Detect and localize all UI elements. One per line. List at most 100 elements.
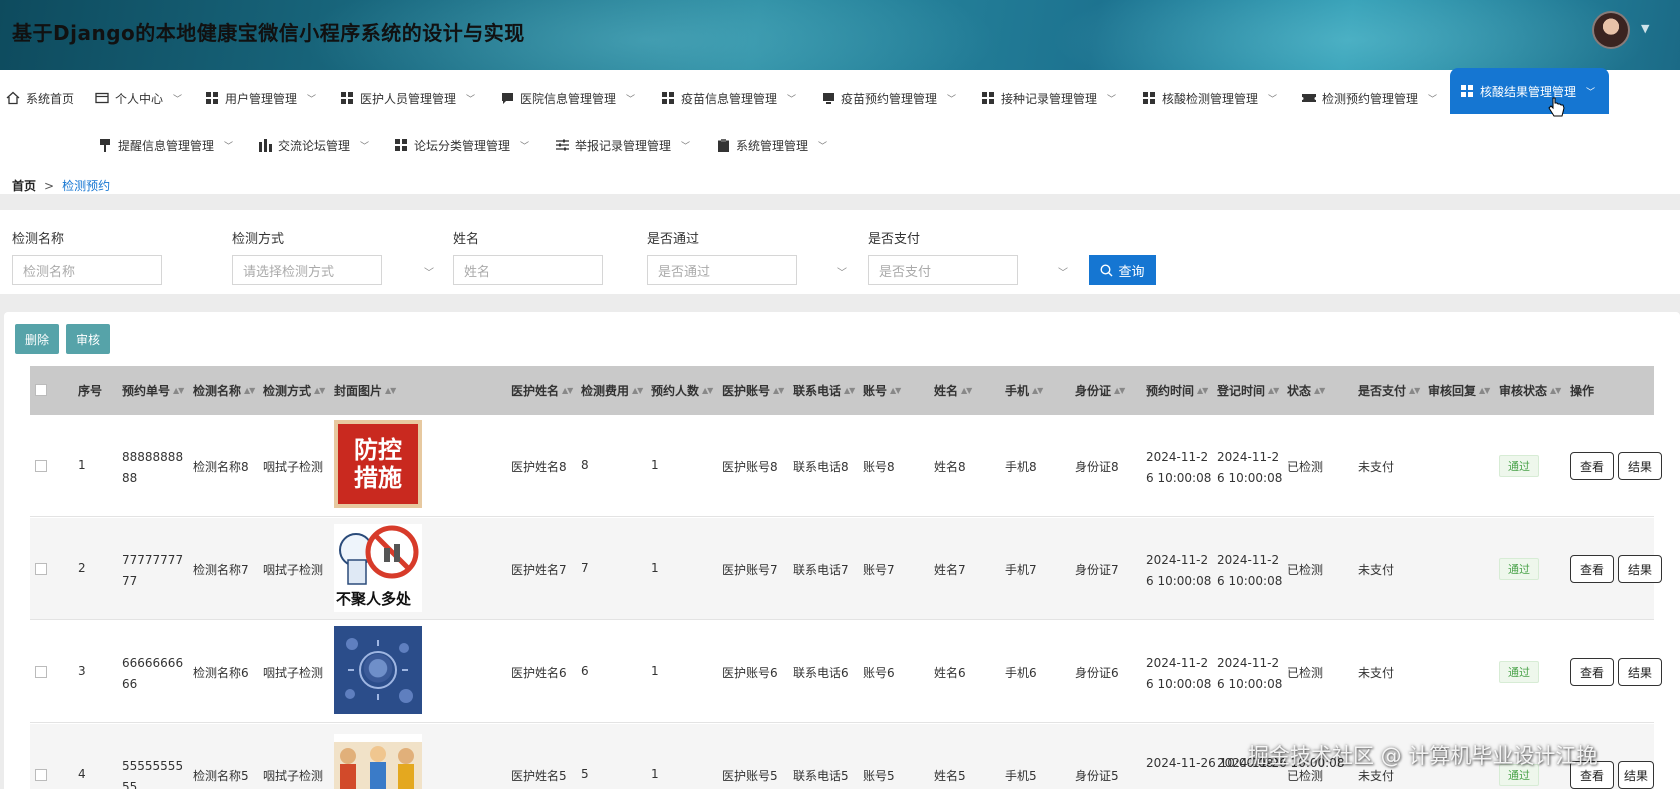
table-row[interactable]: 1 8888888888 检测名称8 咽拭子检测 防控措施 医护姓名8 8 1 … — [30, 415, 1662, 517]
cell-account: 账号7 — [863, 563, 895, 577]
col-header[interactable]: 联系电话 ▲▼ — [793, 366, 855, 415]
col-header[interactable]: 登记时间 ▲▼ — [1217, 366, 1279, 415]
col-header[interactable]: 预约单号 ▲▼ — [122, 366, 184, 415]
view-button[interactable]: 查看 — [1570, 555, 1614, 583]
col-header[interactable]: 状态 ▲▼ — [1287, 366, 1325, 415]
view-button[interactable]: 查看 — [1570, 658, 1614, 686]
breadcrumb-current: 检测预约 — [62, 179, 111, 193]
col-header[interactable]: 预约时间 ▲▼ — [1146, 366, 1208, 415]
cover-image[interactable] — [334, 734, 422, 789]
nav-item-user-manage[interactable]: 用户管理管理 ﹀ — [205, 82, 316, 114]
nav-item-test-appointment[interactable]: 检测预约管理管理 ﹀ — [1302, 82, 1437, 114]
col-header[interactable]: 检测费用 ▲▼ — [581, 366, 643, 415]
sort-icon[interactable]: ▲▼ — [314, 386, 325, 395]
cover-image[interactable] — [334, 626, 422, 714]
sort-icon[interactable]: ▲▼ — [385, 386, 396, 395]
cover-image-text: 不聚人多处 — [336, 590, 412, 608]
col-header[interactable]: 预约人数 ▲▼ — [651, 366, 713, 415]
col-header[interactable]: 检测方式 ▲▼ — [263, 366, 325, 415]
col-header[interactable]: 审核回复 ▲▼ — [1428, 366, 1490, 415]
test-method-select[interactable]: 请选择检测方式 — [232, 255, 382, 285]
result-button[interactable]: 结果 — [1618, 761, 1654, 789]
sort-icon[interactable]: ▲▼ — [1314, 386, 1325, 395]
avatar[interactable] — [1592, 11, 1630, 49]
sort-icon[interactable]: ▲▼ — [244, 386, 255, 395]
nav-item-label: 交流论坛管理 — [278, 138, 351, 153]
nav-item-nucleic-test[interactable]: 核酸检测管理管理 ﹀ — [1142, 82, 1277, 114]
row-checkbox[interactable] — [35, 460, 47, 472]
table-row[interactable]: 2 7777777777 检测名称7 咽拭子检测 不聚人多处 医护姓名7 7 1… — [30, 518, 1662, 620]
sort-icon[interactable]: ▲▼ — [562, 386, 573, 395]
sort-icon[interactable]: ▲▼ — [1114, 386, 1125, 395]
query-button[interactable]: 查询 — [1089, 255, 1156, 285]
test-name-input[interactable]: 检测名称 — [12, 255, 162, 285]
sort-icon[interactable]: ▲▼ — [1268, 386, 1279, 395]
cell-paid: 未支付 — [1358, 666, 1395, 680]
col-header[interactable]: 审核状态 ▲▼ — [1499, 366, 1561, 415]
cover-image[interactable]: 防控措施 — [334, 420, 422, 508]
col-header[interactable]: 医护姓名 ▲▼ — [511, 366, 573, 415]
passed-select[interactable]: 是否通过 — [647, 255, 797, 285]
cover-image-text: 防控措施 — [354, 436, 402, 492]
sort-icon[interactable]: ▲▼ — [702, 386, 713, 395]
nav-item-nucleic-result[interactable]: 核酸结果管理管理 ﹀ — [1450, 68, 1609, 114]
col-header[interactable]: 账号 ▲▼ — [863, 366, 901, 415]
row-checkbox[interactable] — [35, 666, 47, 678]
result-button[interactable]: 结果 — [1618, 555, 1662, 583]
review-button[interactable]: 审核 — [66, 324, 110, 354]
col-header[interactable]: 序号 — [78, 366, 102, 415]
result-button[interactable]: 结果 — [1618, 658, 1662, 686]
col-header[interactable]: 姓名 ▲▼ — [934, 366, 972, 415]
col-header[interactable]: 手机 ▲▼ — [1005, 366, 1043, 415]
app-header: 基于Django的本地健康宝微信小程序系统的设计与实现 ▼ — [0, 0, 1680, 70]
cover-image[interactable]: 不聚人多处 — [334, 524, 422, 612]
sort-icon[interactable]: ▲▼ — [1197, 386, 1208, 395]
nav-item-hospital-info[interactable]: 医院信息管理管理 ﹀ — [500, 82, 635, 114]
sort-icon[interactable]: ▲▼ — [1032, 386, 1043, 395]
nav-item-medical-staff[interactable]: 医护人员管理管理 ﹀ — [340, 82, 475, 114]
result-button[interactable]: 结果 — [1618, 452, 1662, 480]
sort-icon[interactable]: ▲▼ — [773, 386, 784, 395]
breadcrumb-home[interactable]: 首页 — [12, 177, 36, 194]
name-input[interactable]: 姓名 — [453, 255, 603, 285]
nav-item-label: 医院信息管理管理 — [520, 91, 617, 106]
sort-icon[interactable]: ▲▼ — [844, 386, 855, 395]
chevron-down-icon[interactable]: ﹀ — [424, 264, 434, 279]
sort-icon[interactable]: ▲▼ — [632, 386, 643, 395]
sort-icon[interactable]: ▲▼ — [961, 386, 972, 395]
col-header[interactable]: 是否支付 ▲▼ — [1358, 366, 1420, 415]
chat-icon — [500, 91, 514, 105]
col-header[interactable]: 身份证 ▲▼ — [1075, 366, 1125, 415]
nav-item-home[interactable]: 系统首页 — [6, 82, 74, 114]
sort-icon[interactable]: ▲▼ — [890, 386, 901, 395]
row-checkbox[interactable] — [35, 563, 47, 575]
view-button[interactable]: 查看 — [1570, 452, 1614, 480]
sort-icon[interactable]: ▲▼ — [1479, 386, 1490, 395]
nav-item-report-record[interactable]: 举报记录管理管理 ﹀ — [555, 129, 690, 161]
select-all-checkbox[interactable] — [35, 384, 47, 396]
nav-item-personal-center[interactable]: 个人中心 ﹀ — [95, 82, 182, 114]
col-header[interactable]: 封面图片 ▲▼ — [334, 366, 396, 415]
chevron-down-icon[interactable]: ﹀ — [1058, 264, 1068, 279]
paid-select[interactable]: 是否支付 — [868, 255, 1018, 285]
nav-item-label: 检测预约管理管理 — [1322, 91, 1419, 106]
row-checkbox[interactable] — [35, 769, 47, 781]
sort-icon[interactable]: ▲▼ — [173, 386, 184, 395]
col-header[interactable]: 检测名称 ▲▼ — [193, 366, 255, 415]
chevron-down-icon[interactable]: ▼ — [1641, 22, 1649, 35]
sort-icon[interactable]: ▲▼ — [1550, 386, 1561, 395]
nav-item-forum[interactable]: 交流论坛管理 ﹀ — [258, 129, 369, 161]
nav-item-reminder-info[interactable]: 提醒信息管理管理 ﹀ — [98, 129, 233, 161]
sort-icon[interactable]: ▲▼ — [1409, 386, 1420, 395]
table-row[interactable]: 3 6666666666 检测名称6 咽拭子检测 医护姓名6 6 1 医护账号6… — [30, 621, 1662, 723]
col-header[interactable]: 医护账号 ▲▼ — [722, 366, 784, 415]
nav-item-vaccine-info[interactable]: 疫苗信息管理管理 ﹀ — [661, 82, 796, 114]
chevron-down-icon[interactable]: ﹀ — [837, 264, 847, 279]
search-label: 姓名 — [453, 232, 480, 247]
nav-item-vaccine-appointment[interactable]: 疫苗预约管理管理 ﹀ — [821, 82, 956, 114]
nav-item-vaccination-record[interactable]: 接种记录管理管理 ﹀ — [981, 82, 1116, 114]
nav-item-system-manage[interactable]: 系统管理管理 ﹀ — [716, 129, 827, 161]
people-illustration-icon — [340, 746, 414, 789]
nav-item-forum-category[interactable]: 论坛分类管理管理 ﹀ — [394, 129, 529, 161]
delete-button[interactable]: 删除 — [15, 324, 59, 354]
